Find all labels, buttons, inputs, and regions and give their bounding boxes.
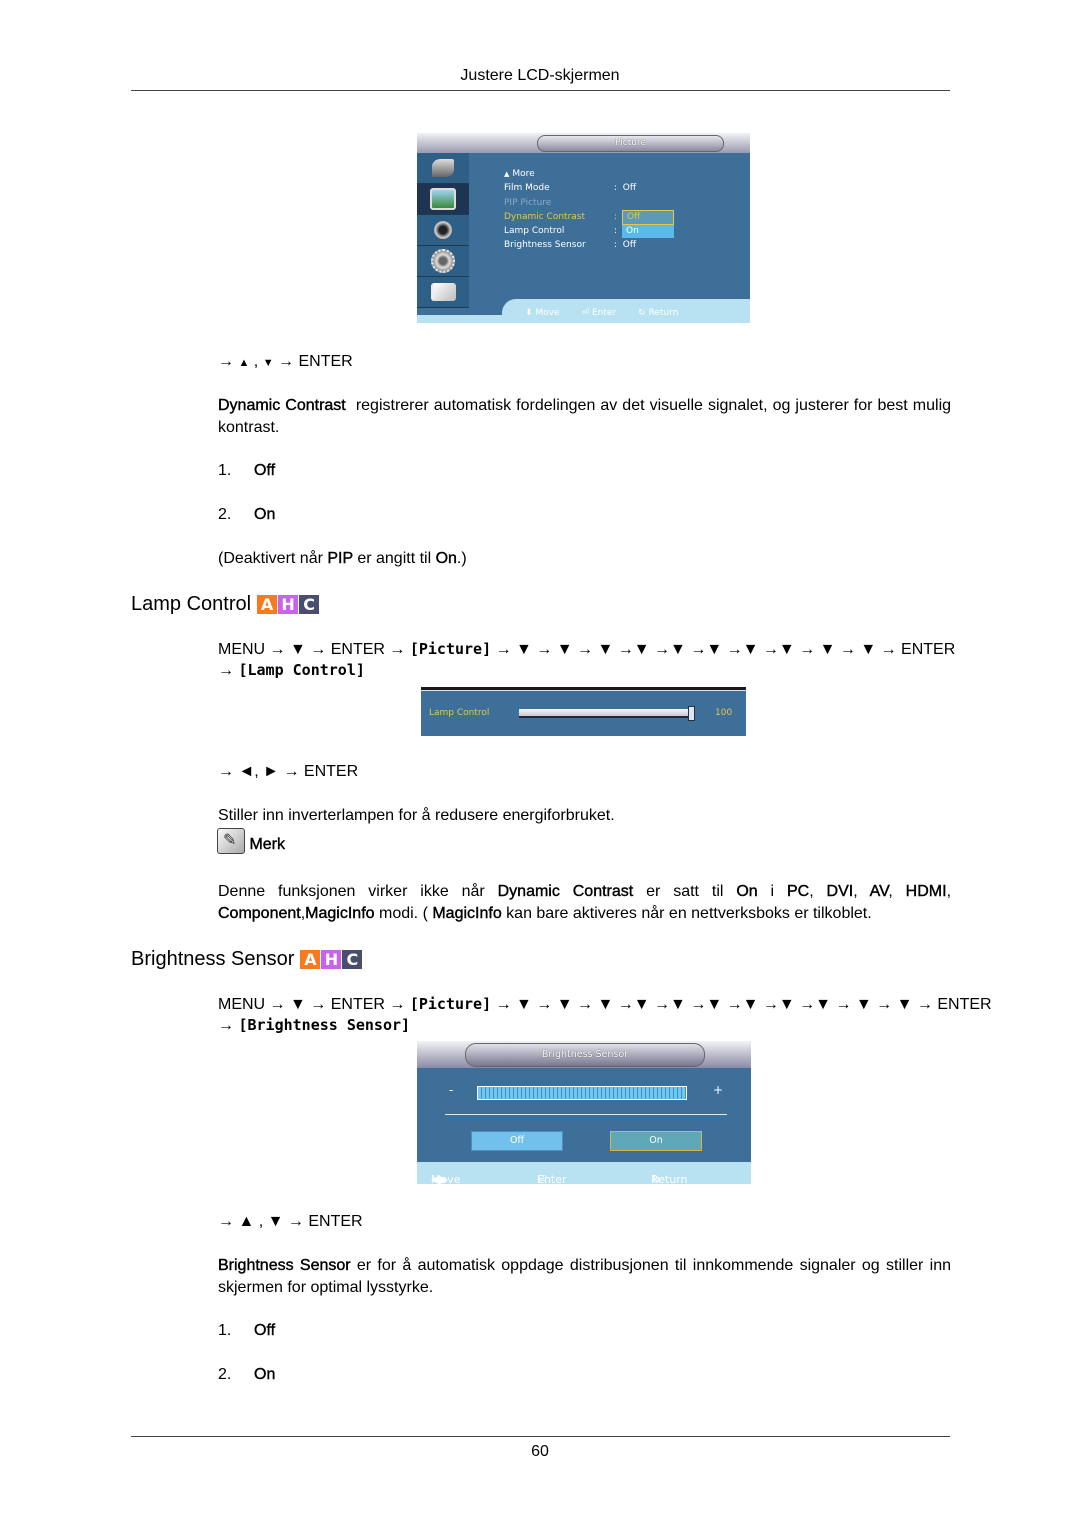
- up-triangle-icon: ▲: [504, 170, 510, 178]
- ahc-badge: AHC: [257, 595, 320, 614]
- setup-icon: [417, 246, 469, 277]
- osd-footer: ⬍ Move ⏎ Enter ↻ Return: [417, 299, 750, 323]
- osd-footer-return: ↻ Return: [638, 308, 679, 318]
- osd-picture-menu: Picture ▲ More Film Mode: Off PIP Picture…: [417, 133, 750, 323]
- down-triangle-icon: ▼: [262, 357, 274, 369]
- osd-menu-list: ▲ More Film Mode: Off PIP Picture Dynamic…: [504, 167, 636, 253]
- bs-option-2: 2. On: [218, 1366, 276, 1383]
- osd-sidebar: [417, 153, 469, 308]
- lc-nav-path-line2: → [Lamp Control]: [218, 661, 365, 679]
- lamp-control-slider-thumb: [688, 706, 695, 721]
- lc-note-heading: Merk: [217, 828, 285, 856]
- osd-item-dynamic-contrast: Dynamic Contrast:: [504, 211, 618, 222]
- lc-description: Stiller inn inverterlampen for å reduser…: [218, 807, 615, 824]
- lamp-control-label: Lamp Control: [429, 708, 490, 718]
- lc-note-text: Denne funksjonen virker ikke når Dynamic…: [218, 883, 952, 922]
- osd-item-lamp-control: Lamp Control:: [504, 226, 618, 237]
- minus-icon: -: [449, 1083, 454, 1097]
- dc-description: Dynamic Contrast registrerer automatisk …: [218, 397, 952, 436]
- footer-rule: [131, 1436, 950, 1437]
- osd-footer-move: ⬍ Move: [525, 308, 560, 318]
- return-icon: ↻: [638, 308, 646, 318]
- osd-divider: [445, 1114, 727, 1115]
- dc-nav-instruction: → ▲ , ▼ → ENTER: [218, 353, 353, 370]
- note-icon: [217, 828, 245, 854]
- osd-footer-enter: ⏎ Enter: [581, 308, 617, 318]
- lc-adjust-nav: → ◄, ► → ENTER: [218, 763, 359, 780]
- dc-option-1: 1. Off: [218, 462, 276, 479]
- osd-item-film-mode: Film Mode: Off: [504, 183, 637, 194]
- bs-adjust-nav: → ▲ , ▼ → ENTER: [218, 1213, 363, 1230]
- osd-more: ▲ More: [504, 167, 636, 181]
- brightness-level-bar: [477, 1086, 687, 1100]
- input-icon: [417, 153, 469, 184]
- lamp-control-slider-track: [519, 709, 694, 718]
- bs-nav-path: MENU → ▼ → ENTER → [Picture] → ▼ → ▼ → ▼…: [218, 995, 992, 1013]
- osd-item-pip-picture: PIP Picture: [504, 197, 552, 208]
- enter-icon: ⏎: [581, 308, 590, 318]
- plus-icon: +: [713, 1083, 724, 1097]
- osd-bs-title: Brightness Sensor: [465, 1043, 705, 1067]
- bs-nav-path-line2: → [Brightness Sensor]: [218, 1016, 411, 1034]
- bs-description: Brightness Sensor er for å automatisk op…: [218, 1257, 951, 1296]
- lamp-control-value: 100: [715, 708, 733, 718]
- header-rule: [131, 90, 950, 91]
- dc-option-2: 2. On: [218, 506, 276, 523]
- osd-lamp-control: Lamp Control 100: [421, 687, 746, 736]
- lc-nav-path: MENU → ▼ → ENTER → [Picture] → ▼ → ▼ → ▼…: [218, 640, 956, 658]
- osd-bs-footer: ◀▶ Move ⏎ Enter ↻ Return: [417, 1162, 751, 1184]
- osd-item-brightness-sensor: Brightness Sensor: Off: [504, 240, 637, 251]
- osd-option-on: On: [622, 225, 674, 238]
- up-down-icon: ⬍: [525, 308, 533, 318]
- osd-dropdown: Off On: [622, 210, 674, 238]
- osd-title: Picture: [537, 135, 724, 152]
- section-title-brightness-sensor: Brightness Sensor AHC: [131, 948, 363, 971]
- osd-bs-on-button: On: [610, 1131, 702, 1151]
- ahc-badge: AHC: [300, 950, 363, 969]
- up-triangle-icon: ▲: [238, 357, 250, 369]
- section-title-lamp-control: Lamp Control AHC: [131, 593, 320, 616]
- osd-option-off: Off: [622, 210, 674, 225]
- dc-note: (Deaktivert når PIP er angitt til On.): [218, 550, 467, 567]
- sound-icon: [417, 215, 469, 246]
- picture-icon: [417, 184, 469, 215]
- osd-bs-off-button: Off: [471, 1131, 563, 1151]
- bs-option-1: 1. Off: [218, 1322, 276, 1339]
- osd-brightness-sensor: Brightness Sensor - + Off On ◀▶ Move ⏎ E…: [417, 1041, 751, 1184]
- running-header: Justere LCD-skjermen: [460, 67, 620, 84]
- page-number: 60: [531, 1443, 549, 1460]
